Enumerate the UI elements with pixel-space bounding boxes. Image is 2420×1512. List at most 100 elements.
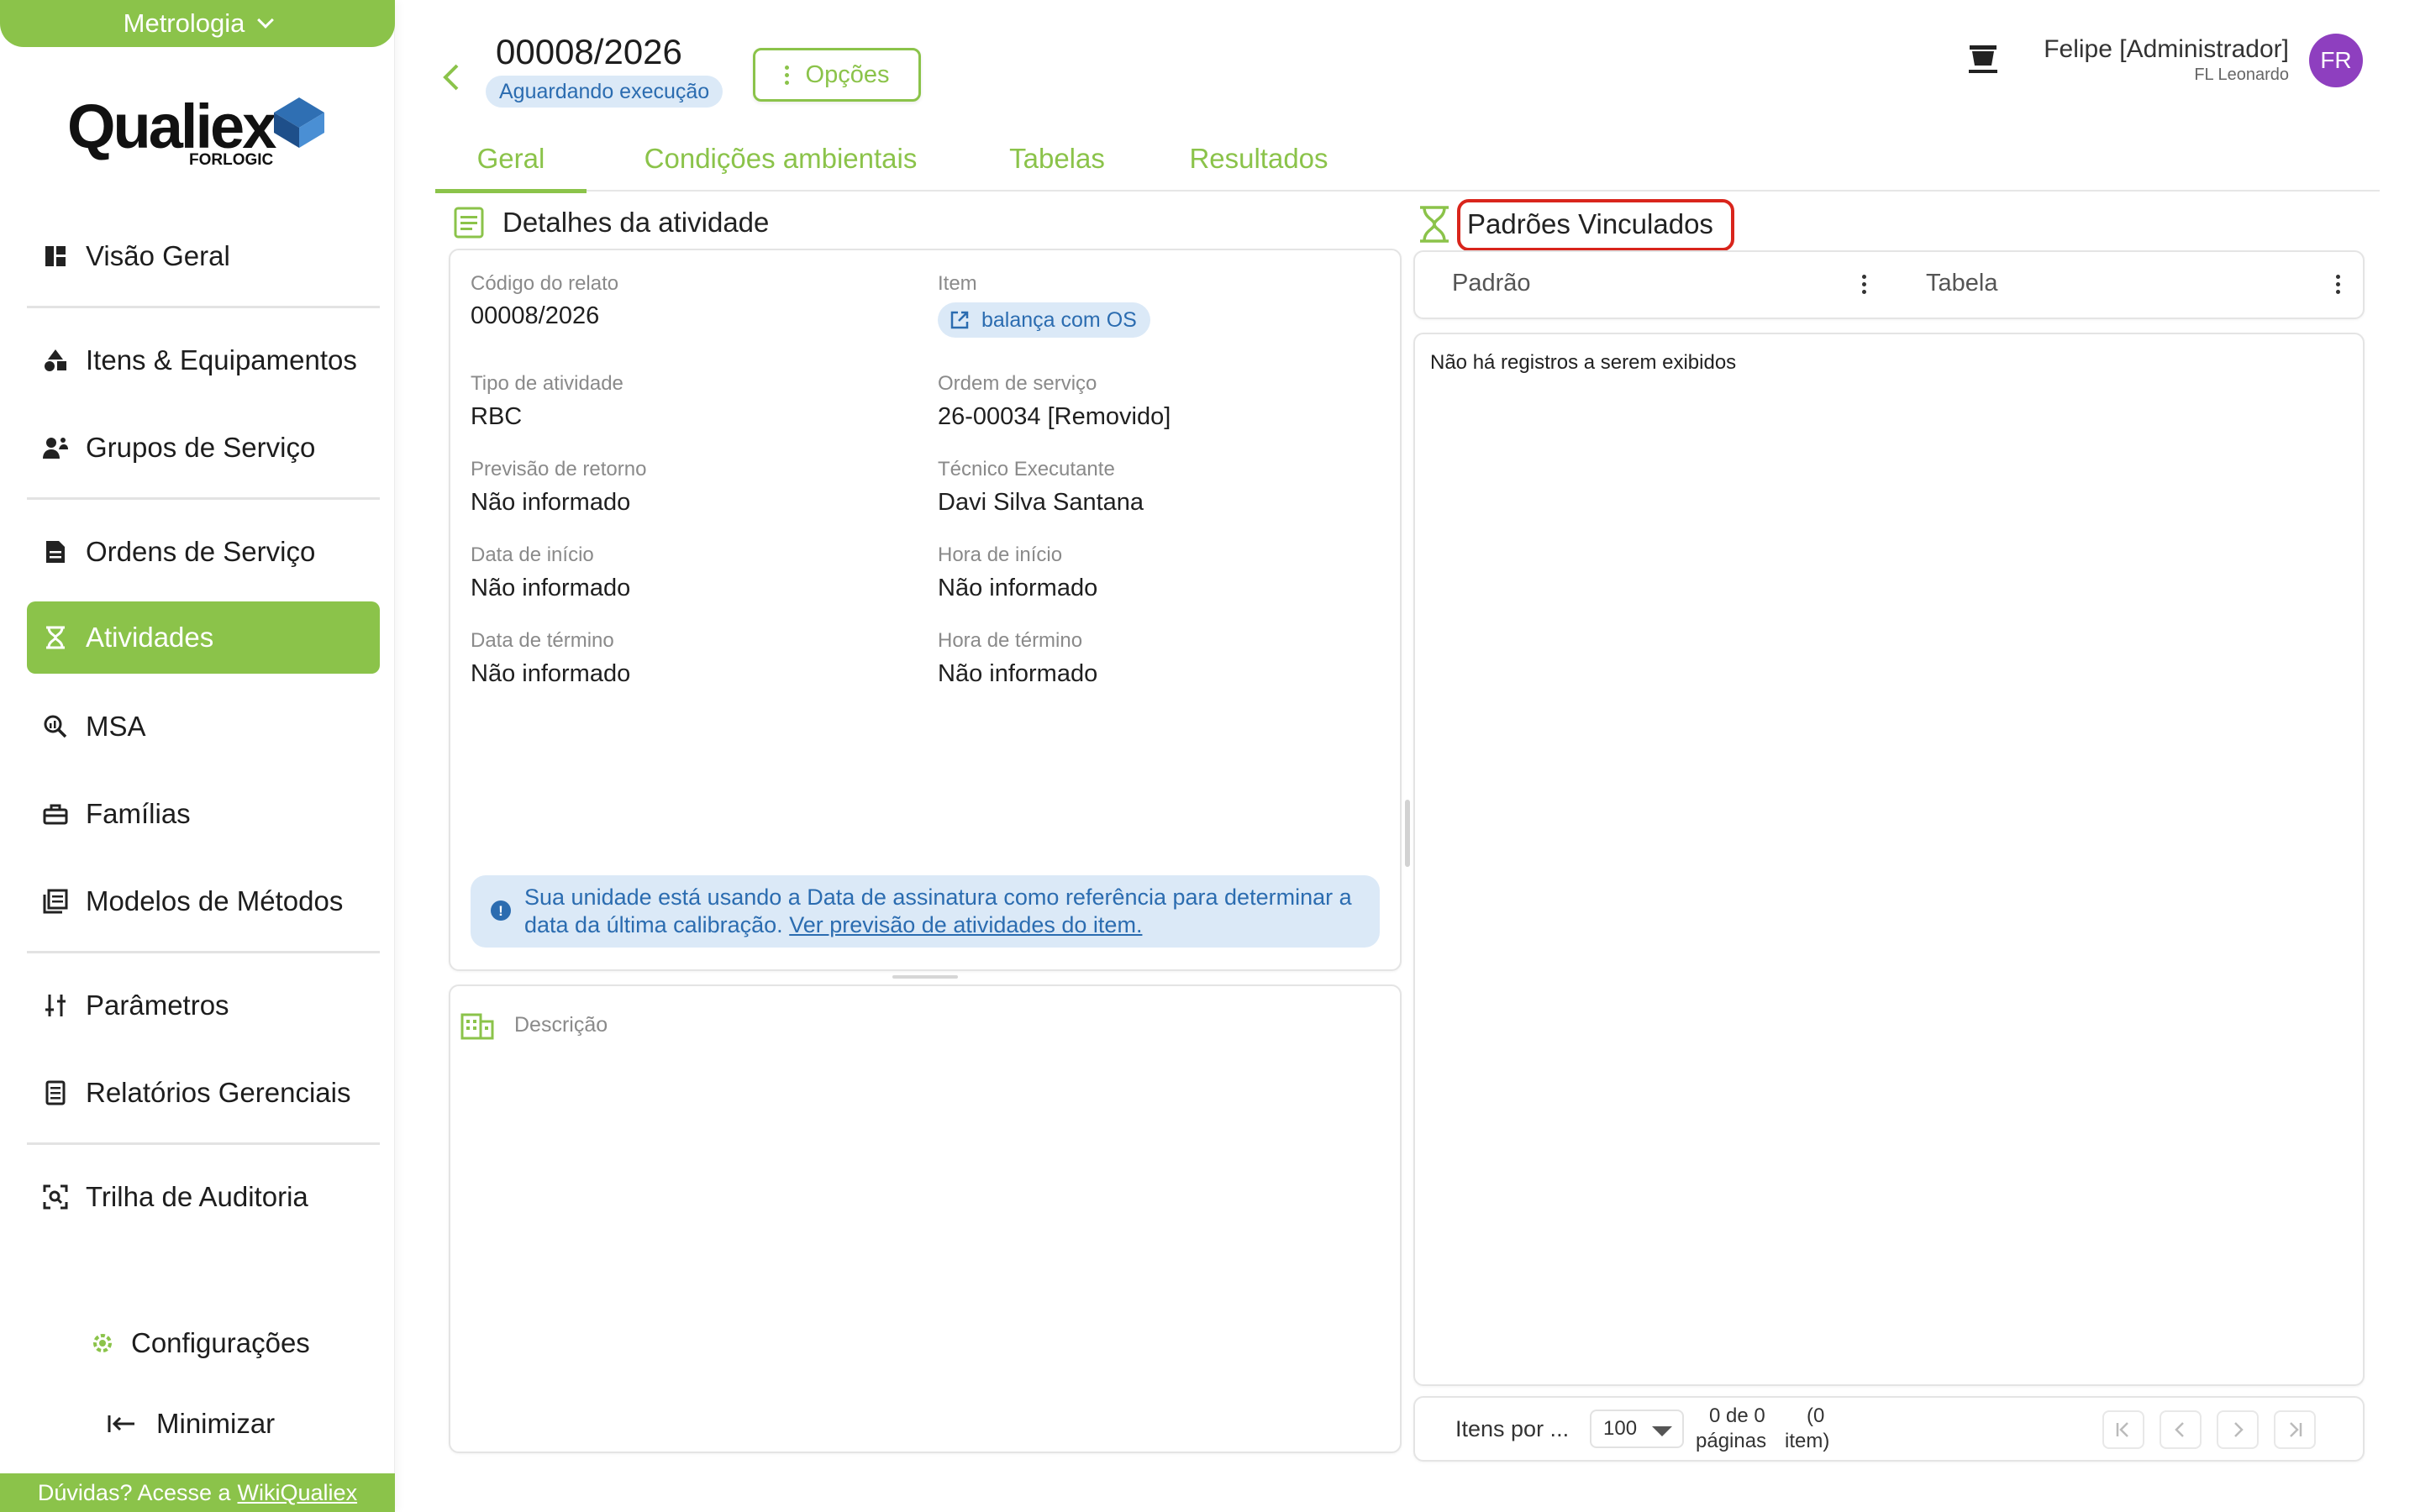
options-label: Opções — [805, 60, 890, 88]
dashboard-icon — [42, 243, 69, 270]
tab-bar: Geral Condições ambientais Tabelas Resul… — [435, 126, 2380, 193]
tab-condicoes-ambientais[interactable]: Condições ambientais — [615, 126, 946, 192]
sidebar-item-grupos-servico[interactable]: Grupos de Serviço — [27, 412, 380, 484]
column-tabela[interactable]: Tabela — [1926, 250, 1997, 316]
hora-inicio-value: Não informado — [938, 575, 1098, 601]
sidebar-item-parametros[interactable]: Parâmetros — [27, 969, 380, 1042]
tab-tabelas[interactable]: Tabelas — [973, 126, 1141, 192]
data-termino-value: Não informado — [471, 660, 631, 687]
dropdown-arrow-icon — [1652, 1426, 1672, 1436]
tipo-label: Tipo de atividade — [471, 372, 623, 395]
nav-divider — [27, 1142, 380, 1145]
sidebar-item-modelos-metodos[interactable]: Modelos de Métodos — [27, 865, 380, 937]
details-section-title: Detalhes da atividade — [454, 207, 769, 239]
tipo-value: RBC — [471, 403, 523, 430]
hora-inicio-label: Hora de início — [938, 543, 1063, 566]
per-page-select[interactable]: 100 — [1590, 1410, 1684, 1448]
ordem-label: Ordem de serviço — [938, 372, 1097, 395]
help-bar: Dúvidas? Acesse a WikiQualiex — [0, 1473, 395, 1512]
column-tabela-menu[interactable] — [2329, 269, 2346, 299]
sidebar-item-relatorios[interactable]: Relatórios Gerenciais — [27, 1057, 380, 1129]
sidebar-item-label: Ordens de Serviço — [86, 536, 316, 567]
previsao-value: Não informado — [471, 489, 631, 516]
avatar[interactable]: FR — [2309, 34, 2363, 87]
tune-icon — [42, 992, 69, 1019]
options-button[interactable]: Opções — [753, 48, 921, 102]
sidebar-item-label: Famílias — [86, 798, 191, 829]
ordem-value: 26-00034 [Removido] — [938, 403, 1171, 430]
sidebar-item-msa[interactable]: MSA — [27, 690, 380, 763]
panel-splitter[interactable] — [1405, 800, 1410, 867]
item-label: Item — [938, 272, 977, 295]
back-button[interactable] — [439, 60, 464, 94]
sidebar-item-label: Visão Geral — [86, 240, 230, 271]
info-alert: ! Sua unidade está usando a Data de assi… — [471, 875, 1380, 948]
sidebar-item-label: Trilha de Auditoria — [86, 1181, 308, 1212]
forecast-link[interactable]: Ver previsão de atividades do item. — [789, 912, 1142, 937]
next-page-button[interactable] — [2217, 1410, 2259, 1449]
sidebar-item-label: MSA — [86, 711, 146, 742]
wiki-link[interactable]: WikiQualiex — [238, 1480, 358, 1506]
sidebar-item-itens-equipamentos[interactable]: Itens & Equipamentos — [27, 324, 380, 396]
hourglass-icon — [42, 624, 69, 651]
module-switcher[interactable]: Metrologia — [0, 0, 395, 47]
sidebar-item-label: Parâmetros — [86, 990, 229, 1021]
data-termino-label: Data de término — [471, 629, 614, 652]
tab-geral[interactable]: Geral — [435, 126, 587, 193]
more-vert-icon — [1861, 274, 1866, 294]
items-per-page-label: Itens por ... — [1455, 1416, 1570, 1441]
last-page-button[interactable] — [2274, 1410, 2316, 1449]
details-title: Detalhes da atividade — [502, 207, 770, 238]
minimize-button[interactable]: Minimizar — [108, 1408, 275, 1440]
sidebar-item-trilha-auditoria[interactable]: Trilha de Auditoria — [27, 1161, 380, 1233]
previsao-label: Previsão de retorno — [471, 458, 647, 480]
description-card[interactable] — [449, 984, 1402, 1453]
per-page-value: 100 — [1603, 1417, 1638, 1440]
sidebar-item-familias[interactable]: Famílias — [27, 778, 380, 850]
sidebar-item-label: Modelos de Métodos — [86, 885, 344, 916]
qualiex-logo: Qualiex FORLOGIC — [67, 91, 336, 175]
codigo-label: Código do relato — [471, 272, 619, 295]
info-icon: ! — [491, 900, 511, 921]
logo-sub: FORLOGIC — [189, 151, 274, 169]
toolbox-icon — [42, 801, 69, 827]
nav-divider — [27, 951, 380, 953]
tab-resultados[interactable]: Resultados — [1166, 126, 1351, 192]
open-in-new-icon — [950, 311, 969, 329]
item-link-chip[interactable]: balança com OS — [938, 302, 1150, 338]
resize-handle[interactable] — [892, 975, 958, 979]
article-icon — [454, 207, 484, 239]
column-padrao[interactable]: Padrão — [1452, 250, 1531, 316]
tecnico-value: Davi Silva Santana — [938, 489, 1144, 516]
sidebar-item-label: Grupos de Serviço — [86, 432, 316, 463]
hora-termino-label: Hora de término — [938, 629, 1083, 652]
standards-title: Padrões Vinculados — [1467, 208, 1713, 239]
sidebar-item-ordens-servico[interactable]: Ordens de Serviço — [27, 516, 380, 588]
sidebar-item-label: Relatórios Gerenciais — [86, 1077, 351, 1108]
settings-button[interactable]: Configurações — [89, 1327, 310, 1359]
item-count: (0 — [1807, 1404, 1825, 1427]
nav-divider — [27, 306, 380, 308]
coffee-cup-icon[interactable] — [1965, 40, 2002, 77]
standards-grid-body — [1413, 333, 2365, 1386]
sidebar-item-visao-geral[interactable]: Visão Geral — [27, 220, 380, 292]
first-page-button[interactable] — [2102, 1410, 2144, 1449]
chevron-right-icon — [2234, 1422, 2244, 1437]
settings-label: Configurações — [131, 1327, 310, 1358]
hourglass-icon — [1420, 206, 1449, 243]
data-inicio-value: Não informado — [471, 575, 631, 601]
user-unit: FL Leonardo — [2194, 66, 2289, 84]
audit-scan-icon — [42, 1184, 69, 1210]
sidebar: Metrologia Qualiex FORLOGIC Visão Geral … — [0, 0, 395, 1512]
column-padrao-menu[interactable] — [1855, 269, 1872, 299]
chevron-down-icon — [257, 12, 275, 29]
hora-termino-value: Não informado — [938, 660, 1098, 687]
user-name[interactable]: Felipe [Administrador] — [2044, 35, 2289, 64]
tecnico-label: Técnico Executante — [938, 458, 1115, 480]
first-page-icon — [2116, 1422, 2128, 1437]
sidebar-item-atividades[interactable]: Atividades — [27, 601, 380, 674]
sidebar-item-label: Itens & Equipamentos — [86, 344, 357, 375]
more-vert-icon — [784, 65, 789, 85]
prev-page-button[interactable] — [2160, 1410, 2202, 1449]
module-label: Metrologia — [123, 8, 245, 38]
